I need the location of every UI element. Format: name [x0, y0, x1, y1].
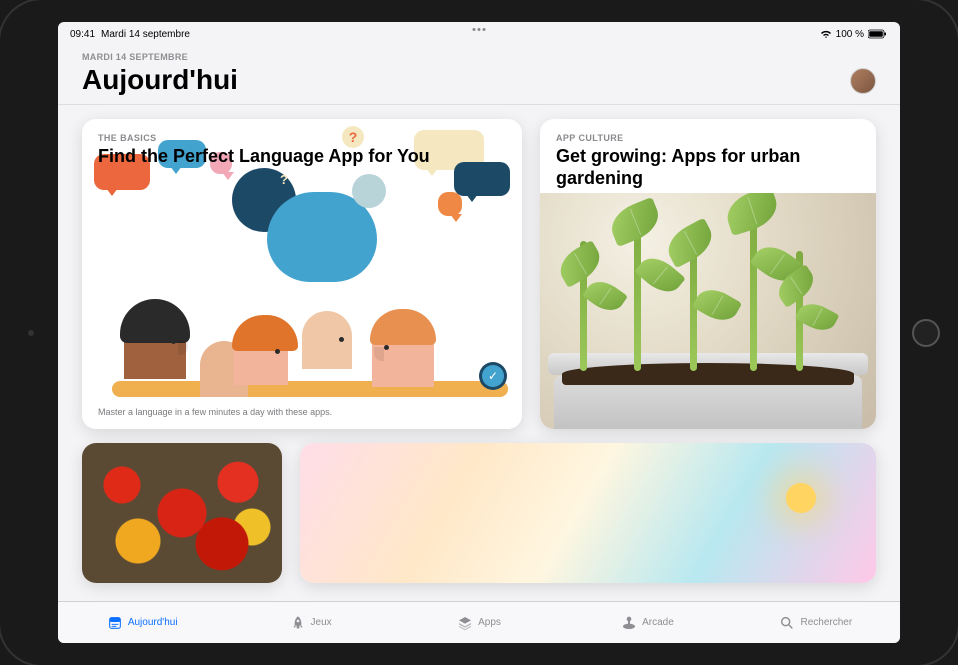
- tab-apps[interactable]: Apps: [395, 602, 563, 643]
- today-icon: [107, 615, 123, 631]
- story-card-gardening[interactable]: APP CULTURE Get growing: Apps for urban …: [540, 119, 876, 429]
- card-image: [82, 443, 282, 583]
- header-date: MARDI 14 SEPTEMBRE: [82, 52, 238, 62]
- tab-games[interactable]: Jeux: [226, 602, 394, 643]
- card-image: [540, 193, 876, 429]
- rocket-icon: [290, 615, 306, 631]
- battery-icon: [868, 29, 888, 39]
- story-card-food[interactable]: [82, 443, 282, 583]
- tab-label: Apps: [478, 617, 501, 628]
- arcade-icon: [621, 615, 637, 631]
- card-image: [300, 443, 876, 583]
- tab-label: Rechercher: [800, 617, 852, 628]
- status-bar: 09:41 Mardi 14 septembre 100 %: [58, 22, 900, 42]
- stack-icon: [457, 615, 473, 631]
- battery-text: 100 %: [836, 29, 864, 40]
- story-card-gradient[interactable]: [300, 443, 876, 583]
- page-header: MARDI 14 SEPTEMBRE Aujourd'hui: [58, 42, 900, 105]
- story-card-language[interactable]: THE BASICS Find the Perfect Language App…: [82, 119, 522, 429]
- tab-label: Arcade: [642, 617, 674, 628]
- tab-bar: Aujourd'hui Jeux Apps Arcade Rechercher: [58, 601, 900, 643]
- tab-label: Jeux: [311, 617, 332, 628]
- card-caption: Master a language in a few minutes a day…: [82, 397, 522, 429]
- checkmark-icon: ✓: [482, 365, 504, 387]
- card-eyebrow: APP CULTURE: [556, 133, 860, 143]
- home-button[interactable]: [912, 319, 940, 347]
- page-title: Aujourd'hui: [82, 64, 238, 96]
- card-title: Get growing: Apps for urban gardening: [556, 146, 860, 189]
- camera-dot: [28, 330, 34, 336]
- screen: 09:41 Mardi 14 septembre 100 % MARDI 14 …: [58, 22, 900, 643]
- ipad-frame: 09:41 Mardi 14 septembre 100 % MARDI 14 …: [0, 0, 958, 665]
- tab-arcade[interactable]: Arcade: [563, 602, 731, 643]
- tab-search[interactable]: Rechercher: [732, 602, 900, 643]
- status-time: 09:41: [70, 29, 95, 40]
- tab-label: Aujourd'hui: [128, 617, 178, 628]
- content-area: THE BASICS Find the Perfect Language App…: [58, 105, 900, 601]
- wifi-icon: [820, 29, 832, 39]
- card-eyebrow: THE BASICS: [98, 133, 506, 143]
- status-date: Mardi 14 septembre: [101, 29, 190, 40]
- multitask-icon[interactable]: [473, 28, 486, 31]
- avatar[interactable]: [850, 68, 876, 94]
- card-title: Find the Perfect Language App for You: [98, 146, 506, 168]
- tab-today[interactable]: Aujourd'hui: [58, 602, 226, 643]
- search-icon: [779, 615, 795, 631]
